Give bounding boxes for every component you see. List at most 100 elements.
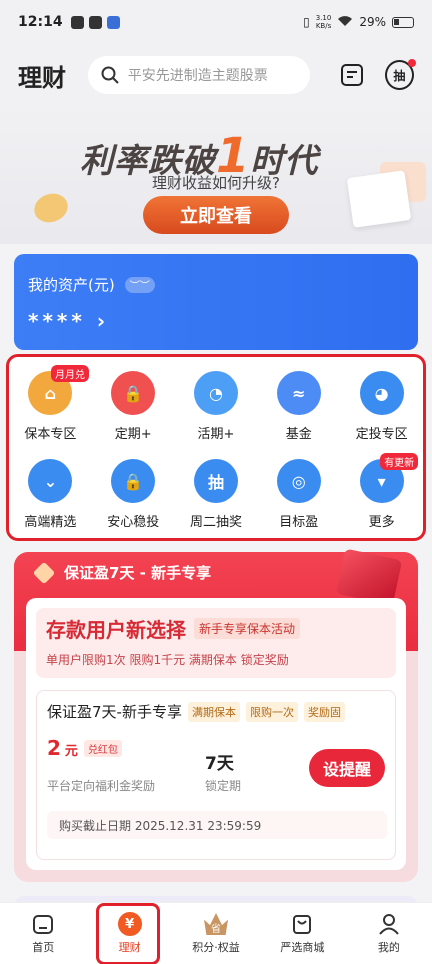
nav-home[interactable]: 首页 (0, 903, 86, 964)
promo-header: 保证盈7天 - 新手专享 (32, 561, 212, 584)
purchase-deadline: 购买截止日期 2025.12.31 23:59:59 (47, 811, 387, 839)
promo-header-text: 保证盈7天 - 新手专享 (64, 564, 212, 582)
promo-highlight-sub: 单用户限购1次 限购1千元 满期保本 锁定奖励 (46, 653, 289, 667)
promo-highlight-title: 存款用户新选择 (46, 618, 186, 642)
network-speed-unit: KB/s (315, 22, 332, 30)
chevron-down-icon: ⌄ (28, 459, 73, 503)
safe-lock-icon: 🔒 (111, 459, 156, 503)
assets-label-row: 我的资产(元) ︶︶ (28, 274, 404, 295)
gem-icon (32, 561, 56, 584)
nav-mall-label: 严选商城 (280, 941, 325, 954)
grid-item-label: 定投专区 (355, 427, 408, 442)
promo-highlight-title-row: 存款用户新选择 新手专享保本活动 (46, 614, 386, 643)
promo-inner: 存款用户新选择 新手专享保本活动 单用户限购1次 限购1千元 满期保本 锁定奖励… (26, 598, 406, 870)
status-right: ▯ 3.10 KB/s 29% (303, 14, 414, 30)
shopping-bag-icon (290, 912, 314, 936)
grid-item-badge: 月月兑 (51, 365, 89, 382)
grid-item-label: 高端精选 (24, 515, 77, 530)
grid-item[interactable]: ⌄ 高端精选 (9, 455, 92, 533)
grid-item[interactable]: ◎ 目标盈 (257, 455, 340, 533)
set-reminder-button[interactable]: 设提醒 (309, 749, 385, 787)
nav-me[interactable]: 我的 (346, 903, 432, 964)
nav-points[interactable]: 省 积分·权益 (173, 903, 259, 964)
grid-item[interactable]: 抽周二抽奖 (175, 455, 258, 533)
grid-item[interactable]: ◕ 定投专区 (340, 367, 423, 445)
grid-item-label: 周二抽奖 (189, 515, 242, 530)
product-category-grid: ⌂ 月月兑 保本专区 🔒 定期+ ◔ 活期+ ≈ 基金 ◕ 定投专区 ⌄ 高端精选 🔒 安心稳投抽周二抽奖 ◎… (6, 354, 426, 541)
status-time: 12:14 (18, 14, 63, 30)
network-speed-value: 3.10 (315, 14, 332, 22)
promo-highlight-tag: 新手专享保本活动 (194, 618, 301, 639)
grid-item[interactable]: ◔ 活期+ (175, 367, 258, 445)
target-icon: ◎ (276, 459, 321, 503)
assets-value: **** (28, 309, 86, 333)
bottom-nav: 首页 ¥ 理财 省 积分·权益 严选商城 我的 (0, 902, 432, 964)
message-button[interactable] (338, 60, 367, 90)
assets-label: 我的资产(元) (28, 276, 115, 294)
active-tab-highlight (96, 903, 160, 964)
vibrate-icon: ▯ (303, 15, 310, 29)
hide-eye-icon[interactable]: ︶︶ (124, 276, 155, 293)
grid-item[interactable]: 🔒 定期+ (92, 367, 175, 445)
nav-home-label: 首页 (32, 941, 55, 954)
message-icon (341, 64, 364, 86)
product-rate-value: 2 (47, 736, 61, 760)
home-icon (31, 912, 55, 936)
banner-subtitle: 理财收益如何升级? (152, 174, 280, 192)
product-title-row: 保证盈7天-新手专享 满期保本 限购一次 奖励固 (47, 701, 385, 722)
header: 理财 平安先进制造主题股票 抽 (0, 44, 432, 106)
promo-banner[interactable]: 利率跌破1时代 理财收益如何升级? 立即查看 (0, 106, 432, 244)
product-card[interactable]: 保证盈7天-新手专享 满期保本 限购一次 奖励固 2元 兑红包 7天 平台定向福… (36, 690, 396, 860)
assets-arrow-icon: › (96, 309, 110, 333)
clock-icon: ◔ (193, 371, 238, 415)
product-rate-label: 平台定向福利金奖励 (47, 779, 156, 793)
product-tag: 限购一次 (245, 701, 298, 722)
lottery-label: 抽 (393, 68, 406, 83)
crown-icon-glyph: 省 (204, 913, 229, 935)
product-coupon: 兑红包 (83, 739, 122, 757)
nav-mall[interactable]: 严选商城 (259, 903, 345, 964)
product-tag: 奖励固 (303, 701, 345, 722)
grid-item-badge: 有更新 (380, 453, 419, 470)
grid-item[interactable]: ≈ 基金 (257, 367, 340, 445)
app-notification-icon (88, 15, 102, 29)
crown-icon: 省 (204, 912, 229, 936)
search-icon (101, 66, 119, 84)
status-bar: 12:14 ▯ 3.10 KB/s 29% (0, 0, 432, 44)
newbie-promo-card: 保证盈7天 - 新手专享 存款用户新选择 新手专享保本活动 单用户限购1次 限购… (14, 548, 418, 882)
promo-highlight[interactable]: 存款用户新选择 新手专享保本活动 单用户限购1次 限购1千元 满期保本 锁定奖励 (36, 608, 396, 678)
assets-card[interactable]: 我的资产(元) ︶︶ **** › (14, 254, 418, 350)
wifi-icon (337, 15, 353, 30)
grid-item[interactable]: ⌂ 月月兑 保本专区 (9, 365, 92, 445)
lottery-icon: 抽 (193, 459, 238, 503)
search-bar[interactable]: 平安先进制造主题股票 (87, 56, 310, 94)
coin-decoration (30, 189, 72, 227)
nav-me-label: 我的 (377, 941, 400, 954)
nav-points-label: 积分·权益 (192, 941, 240, 954)
grid-item[interactable]: ▾ 有更新 更多 (340, 453, 423, 533)
banner-cta-button[interactable]: 立即查看 (143, 196, 289, 234)
lock-icon: 🔒 (111, 371, 156, 415)
grid-item-label: 活期+ (197, 427, 235, 442)
product-period: 7天 (205, 754, 234, 774)
product-tag: 满期保本 (187, 701, 240, 722)
search-placeholder: 平安先进制造主题股票 (127, 68, 268, 84)
grid-item-label: 更多 (368, 515, 395, 530)
grid-item-label: 安心稳投 (107, 515, 160, 530)
user-icon (377, 912, 401, 936)
red-envelope-icon (335, 548, 403, 606)
product-period-label: 锁定期 (205, 779, 242, 793)
battery-icon (392, 16, 414, 28)
app-notification-icon (106, 15, 120, 29)
lottery-button[interactable]: 抽 (384, 59, 416, 90)
app-notification-icon (70, 15, 84, 29)
grid-item[interactable]: 🔒 安心稳投 (92, 455, 175, 533)
timer-icon: ◕ (359, 371, 404, 415)
product-rate-unit: 元 (64, 744, 78, 759)
page-title: 理财 (18, 63, 66, 92)
notification-dot (408, 59, 416, 67)
assets-value-row: **** › (28, 309, 404, 333)
grid-item-label: 定期+ (114, 427, 152, 442)
battery-level: 29% (359, 15, 386, 29)
grid-item-label: 基金 (285, 427, 312, 442)
